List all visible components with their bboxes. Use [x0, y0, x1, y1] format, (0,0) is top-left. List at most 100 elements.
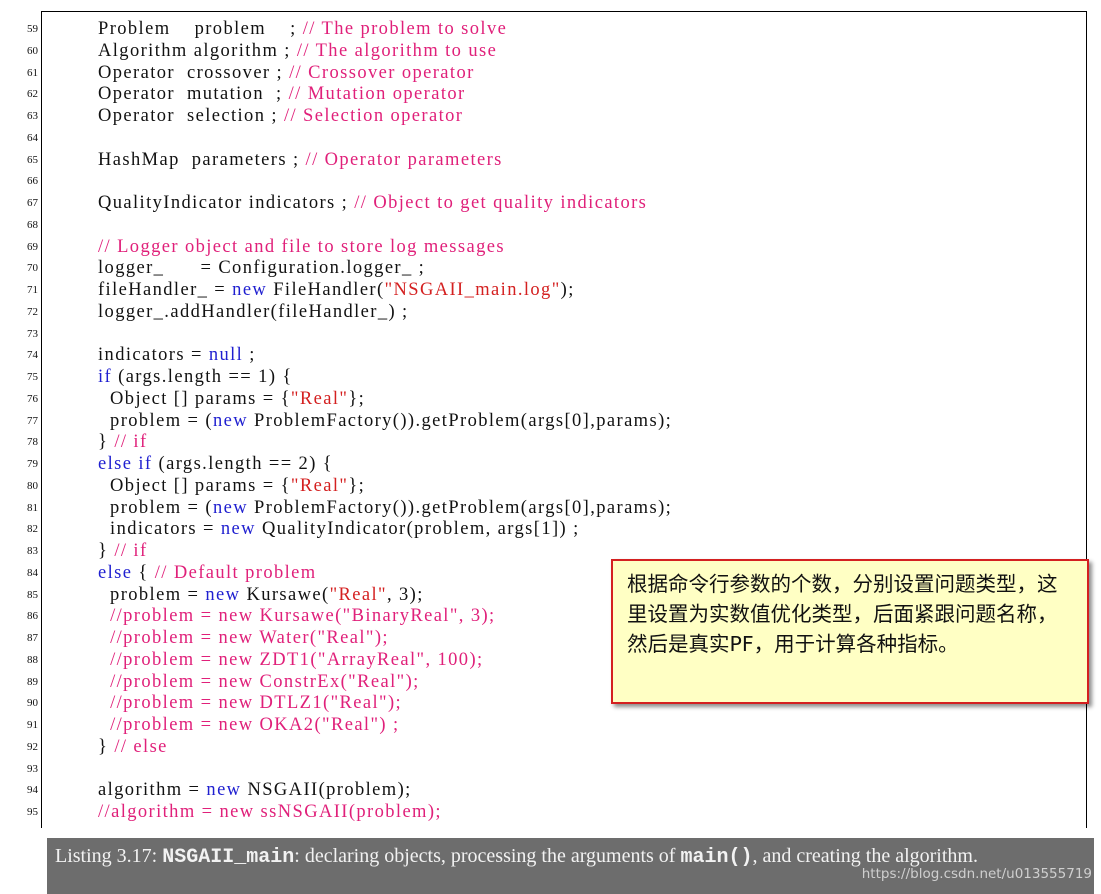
comment: // Mutation operator	[288, 84, 466, 105]
line-number: 71	[27, 284, 38, 296]
code-token: indicators =	[98, 519, 221, 540]
code-text: QualityIndicator indicators ; // Object …	[98, 193, 647, 214]
code-text: else { // Default problem	[98, 563, 317, 584]
comment: // Crossover operator	[289, 62, 475, 83]
line-number: 77	[27, 414, 38, 427]
code-token: Algorithm algorithm ;	[98, 40, 297, 61]
keyword: if	[98, 367, 113, 387]
code-text: //problem = new ZDT1("ArrayReal", 100);	[98, 650, 484, 671]
line-number: 92	[27, 740, 38, 753]
code-text: problem = (new ProblemFactory()).getProb…	[98, 498, 672, 519]
line-number: 61	[27, 66, 38, 79]
code-token: Operator mutation ;	[98, 84, 289, 105]
line-number: 86	[27, 610, 38, 623]
comment: //problem = new Water("Real");	[110, 628, 389, 648]
code-text: //algorithm = new ssNSGAII(problem);	[98, 802, 442, 823]
code-token: Object [] params = {	[98, 475, 291, 496]
code-text: Operator crossover ; // Crossover operat…	[98, 63, 475, 84]
keyword: new	[232, 280, 268, 300]
comment: // if	[114, 432, 148, 453]
code-token: {	[132, 562, 155, 583]
code-token: Operator selection ;	[98, 106, 284, 126]
comment: //problem = new DTLZ1("Real");	[110, 693, 403, 714]
code-token: logger_.addHandler(fileHandler_) ;	[98, 301, 409, 322]
code-token: }	[98, 736, 115, 757]
keyword: new	[220, 519, 256, 540]
code-text: //problem = new DTLZ1("Real");	[98, 693, 402, 714]
code-token: ;	[243, 345, 256, 366]
code-text: Object [] params = {"Real"};	[98, 476, 365, 497]
code-token: (args.length == 1) {	[112, 367, 293, 387]
code-token: (args.length == 2) {	[152, 454, 334, 474]
code-text: Problem problem ; // The problem to solv…	[98, 19, 507, 40]
code-text: } // if	[98, 541, 148, 562]
code-text: //problem = new OKA2("Real") ;	[98, 715, 400, 736]
code-token: };	[348, 388, 366, 409]
line-number: 93	[27, 762, 38, 775]
keyword: new	[205, 584, 241, 605]
line-number: 83	[27, 545, 38, 557]
comment: // if	[114, 541, 148, 561]
code-token: NSGAII(problem);	[241, 780, 412, 801]
code-text: problem = new Kursawe("Real", 3);	[98, 585, 424, 606]
string-literal: "Real"	[290, 475, 349, 496]
code-token: , 3);	[386, 584, 424, 605]
keyword: null	[208, 345, 244, 366]
line-number: 63	[27, 110, 38, 122]
line-number: 90	[27, 697, 38, 710]
code-token: algorithm =	[98, 780, 207, 801]
code-text: indicators = new QualityIndicator(proble…	[98, 519, 580, 540]
line-number: 64	[27, 131, 38, 144]
line-number: 84	[27, 566, 38, 579]
code-token: indicators =	[98, 345, 209, 366]
keyword: else	[98, 562, 133, 583]
comment: // else	[114, 736, 168, 757]
comment: //problem = new OKA2("Real") ;	[110, 715, 400, 735]
comment: // Operator parameters	[305, 149, 503, 170]
code-token: fileHandler_ =	[98, 280, 233, 300]
line-number: 94	[27, 784, 38, 797]
code-token: QualityIndicator indicators ;	[98, 193, 355, 213]
code-token: ProblemFactory()).getProblem(args[0],par…	[247, 497, 673, 518]
line-number: 75	[27, 371, 38, 383]
code-token: Kursawe(	[240, 584, 330, 605]
keyword: new	[212, 410, 248, 431]
comment: // Logger object and file to store log m…	[98, 236, 505, 257]
comment: //problem = new ConstrEx("Real");	[110, 671, 420, 692]
annotation-text: 根据命令行参数的个数，分别设置问题类型，这里设置为实数值优化类型，后面紧跟问题名…	[627, 572, 1058, 656]
keyword: new	[206, 780, 242, 801]
string-literal: "NSGAII_main.log"	[384, 280, 561, 300]
comment: //problem = new ZDT1("ArrayReal", 100);	[110, 649, 484, 670]
keyword: new	[212, 497, 248, 518]
comment: // Object to get quality indicators	[354, 193, 648, 213]
line-number: 95	[27, 806, 38, 818]
code-text: //problem = new Kursawe("BinaryReal", 3)…	[98, 606, 496, 627]
code-token: QualityIndicator(problem, args[1]) ;	[255, 519, 580, 540]
string-literal: "Real"	[329, 584, 387, 605]
code-token: FileHandler(	[267, 280, 385, 300]
caption-suffix: , and creating the algorithm.	[752, 845, 978, 867]
code-token: ProblemFactory()).getProblem(args[0],par…	[247, 410, 673, 431]
comment: // Selection operator	[283, 106, 464, 126]
code-text: //problem = new ConstrEx("Real");	[98, 672, 420, 693]
annotation-note: 根据命令行参数的个数，分别设置问题类型，这里设置为实数值优化类型，后面紧跟问题名…	[611, 559, 1089, 704]
code-text: indicators = null ;	[98, 345, 256, 366]
line-number: 78	[27, 436, 38, 449]
line-number: 59	[27, 23, 38, 35]
code-text: Operator mutation ; // Mutation operator	[98, 84, 466, 105]
keyword: else if	[98, 454, 153, 474]
line-number: 76	[27, 392, 38, 405]
comment: // The algorithm to use	[296, 40, 498, 61]
code-text: logger_ = Configuration.logger_ ;	[98, 258, 425, 279]
code-text: logger_.addHandler(fileHandler_) ;	[98, 302, 409, 323]
line-number: 73	[27, 327, 38, 340]
code-token: problem = (	[98, 497, 213, 518]
line-number: 66	[27, 175, 38, 188]
code-text: } // else	[98, 737, 168, 758]
string-literal: "Real"	[290, 388, 349, 409]
code-token: problem =	[98, 584, 206, 605]
line-number: 85	[27, 588, 38, 601]
code-text: } // if	[98, 432, 148, 453]
line-number: 89	[27, 675, 38, 688]
